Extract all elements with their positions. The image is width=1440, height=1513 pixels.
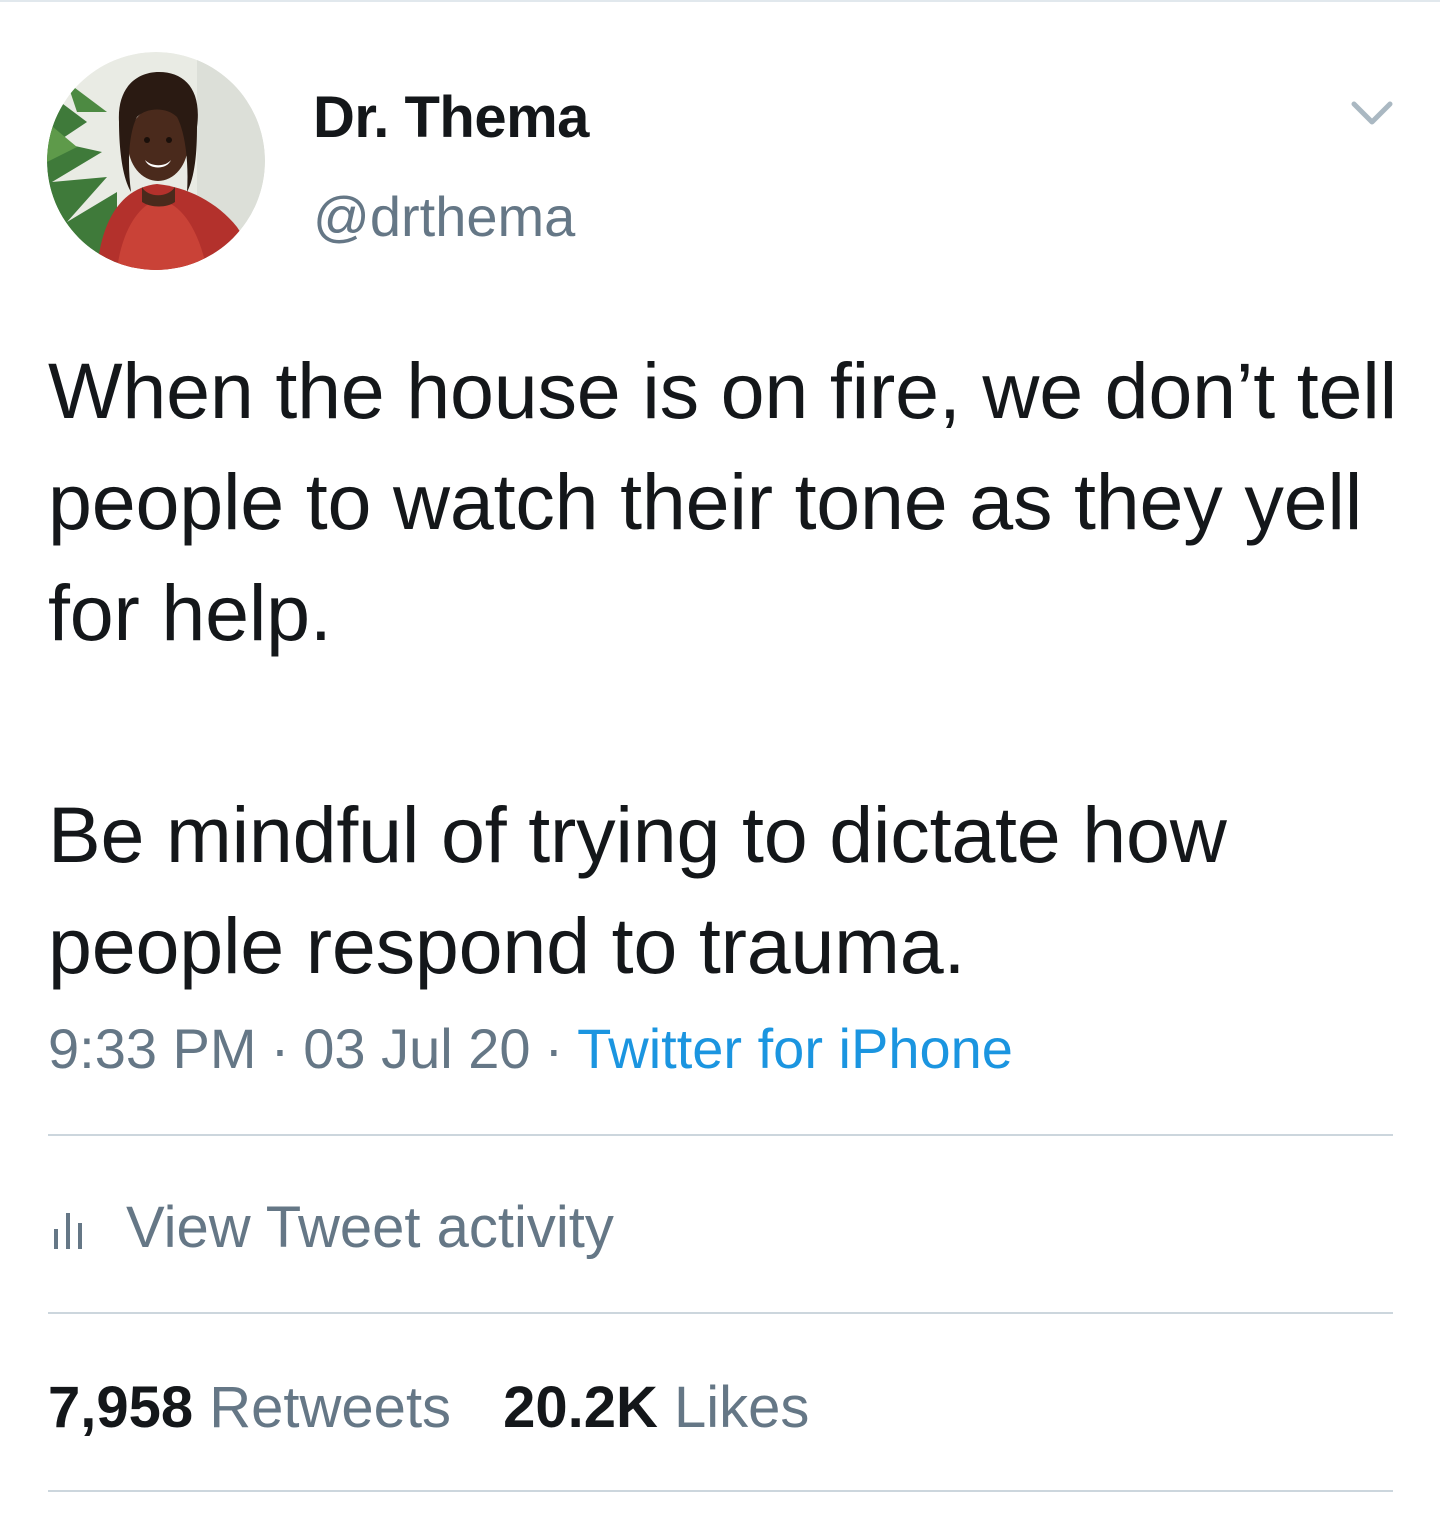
likes-stat[interactable]: 20.2K Likes (503, 1374, 809, 1441)
tweet-time: 9:33 PM (48, 1017, 257, 1080)
avatar[interactable] (47, 52, 265, 270)
author-handle[interactable]: @drthema (313, 184, 575, 249)
likes-label: Likes (673, 1375, 810, 1440)
retweets-stat[interactable]: 7,958 Retweets (48, 1374, 451, 1441)
tweet-date[interactable]: 03 Jul 20 (303, 1017, 530, 1080)
tweet-detail: Dr. Thema @drthema When the house is on … (0, 0, 1440, 1513)
top-divider (0, 0, 1440, 4)
retweets-count: 7,958 (48, 1375, 194, 1440)
bar-chart-icon (48, 1205, 92, 1249)
meta-separator: · (544, 1017, 564, 1080)
divider (48, 1312, 1393, 1314)
author-display-name[interactable]: Dr. Thema (313, 84, 589, 151)
divider (48, 1490, 1393, 1492)
view-tweet-activity-label: View Tweet activity (126, 1194, 614, 1260)
profile-photo-icon (47, 52, 265, 270)
tweet-stats: 7,958 Retweets 20.2K Likes (48, 1374, 861, 1441)
likes-count: 20.2K (503, 1375, 658, 1440)
tweet-paragraph: Be mindful of trying to dictate how peop… (48, 790, 1227, 990)
divider (48, 1134, 1393, 1136)
tweet-text: When the house is on fire, we don’t tell… (48, 335, 1408, 1001)
chevron-down-icon[interactable] (1346, 96, 1398, 132)
tweet-meta: 9:33 PM · 03 Jul 20 · Twitter for iPhone (48, 1016, 1013, 1081)
view-tweet-activity-button[interactable]: View Tweet activity (48, 1192, 614, 1262)
meta-separator: · (270, 1017, 290, 1080)
tweet-source-link[interactable]: Twitter for iPhone (577, 1017, 1013, 1080)
retweets-label: Retweets (209, 1375, 452, 1440)
tweet-paragraph: When the house is on fire, we don’t tell… (48, 346, 1397, 657)
